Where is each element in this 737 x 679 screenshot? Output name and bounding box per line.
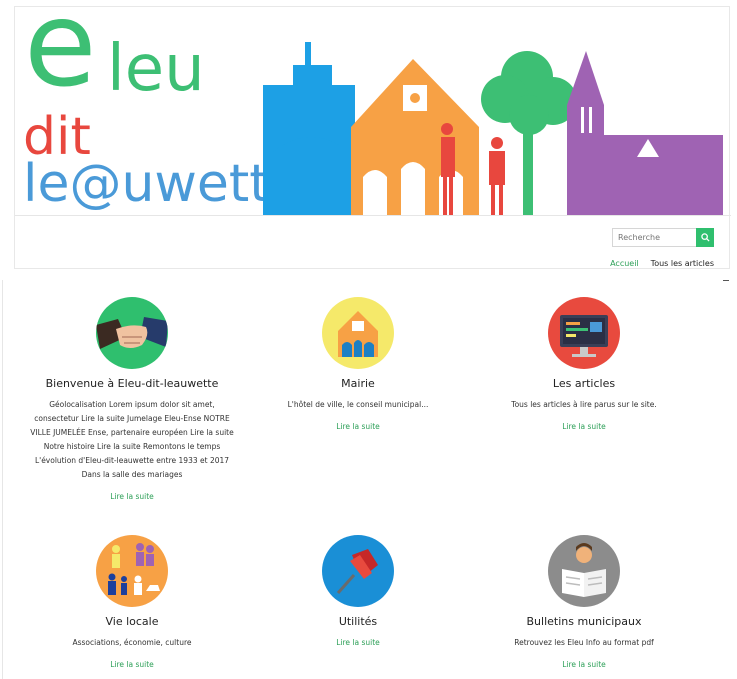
divider-mark: [723, 280, 729, 281]
read-more-link[interactable]: Lire la suite: [110, 492, 154, 501]
search-icon: [700, 233, 710, 242]
tree-shape: [481, 51, 577, 215]
card-bulletins-municipaux: Bulletins municipaux Retrouvez les Eleu …: [466, 535, 702, 671]
card-description: Géolocalisation Lorem ipsum dolor sit am…: [30, 400, 234, 479]
church-shape: [567, 51, 723, 215]
card-title: Utilités: [338, 615, 378, 628]
logo-line-1: leu: [107, 32, 205, 106]
card-title: Vie locale: [105, 615, 159, 628]
read-more-link[interactable]: Lire la suite: [562, 422, 606, 431]
town-hall-icon: [322, 297, 394, 369]
computer-icon: [548, 297, 620, 369]
handshake-icon: [96, 297, 168, 369]
card-description: L'hôtel de ville, le conseil municipal..…: [287, 400, 429, 409]
card-title: Mairie: [341, 377, 375, 390]
family-icon: [96, 535, 168, 607]
main-navigation: Accueil Tous les articles: [610, 259, 714, 268]
card-vie-locale: Vie locale Associations, économie, cultu…: [14, 535, 250, 671]
screenshot-seam: [0, 269, 737, 278]
card-title: Bulletins municipaux: [526, 615, 642, 628]
read-more-link[interactable]: Lire la suite: [336, 638, 380, 647]
search-form: [612, 228, 714, 247]
card-title: Les articles: [552, 377, 616, 390]
card-description: Retrouvez les Eleu Info au format pdf: [514, 638, 654, 647]
header-divider: [15, 215, 731, 216]
town-hall-shape: [351, 59, 479, 215]
read-more-link[interactable]: Lire la suite: [110, 660, 154, 669]
home-content: Bienvenue à Eleu-dit-leauwette Géolocali…: [3, 280, 716, 679]
card-utilites: Utilités Lire la suite: [240, 535, 476, 649]
site-logo[interactable]: e leu dit le@uwette: [15, 7, 302, 215]
pushpin-icon: [322, 535, 394, 607]
card-description: Associations, économie, culture: [72, 638, 192, 647]
nav-tous-les-articles[interactable]: Tous les articles: [651, 259, 714, 268]
card-description: Tous les articles à lire parus sur le si…: [511, 400, 657, 409]
people-figures: [441, 123, 505, 215]
read-more-link[interactable]: Lire la suite: [562, 660, 606, 669]
card-mairie: Mairie L'hôtel de ville, le conseil muni…: [240, 297, 476, 433]
search-button[interactable]: [696, 228, 714, 247]
header-banner: e leu dit le@uwette: [15, 7, 731, 215]
logo-initial: e: [24, 7, 97, 113]
card-les-articles: Les articles Tous les articles à lire pa…: [466, 297, 702, 433]
logo-line-3: le@uwette: [23, 154, 302, 214]
read-more-link[interactable]: Lire la suite: [336, 422, 380, 431]
site-header: e leu dit le@uwette Recherche Accueil To…: [14, 6, 731, 269]
search-input[interactable]: [612, 228, 696, 247]
nav-accueil[interactable]: Accueil: [610, 259, 639, 268]
card-bienvenue: Bienvenue à Eleu-dit-leauwette Géolocali…: [14, 297, 250, 503]
card-title: Bienvenue à Eleu-dit-leauwette: [45, 377, 219, 390]
newspaper-reader-icon: [548, 535, 620, 607]
